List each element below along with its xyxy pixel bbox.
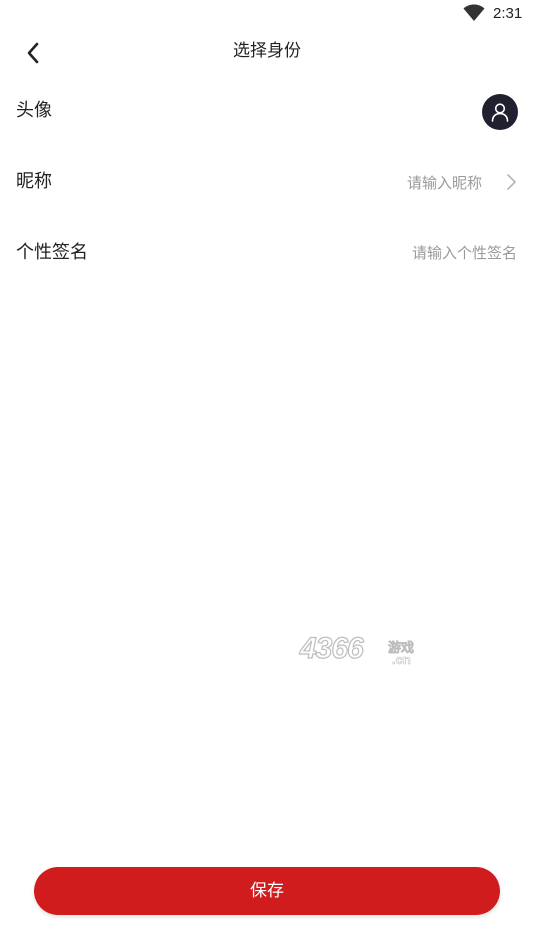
header: 选择身份 xyxy=(0,28,534,76)
watermark: 4366 游戏 .cn xyxy=(299,631,422,672)
avatar[interactable] xyxy=(482,94,518,130)
signature-row[interactable]: 个性签名 请输入个性签名 xyxy=(0,225,534,281)
nickname-label: 昵称 xyxy=(16,171,52,192)
watermark-domain: .cn xyxy=(392,652,411,668)
signature-label: 个性签名 xyxy=(16,242,88,263)
nickname-row[interactable]: 昵称 请输入昵称 xyxy=(0,154,534,210)
watermark-number: 4366 xyxy=(299,631,364,665)
wifi-icon xyxy=(463,4,485,21)
avatar-label: 头像 xyxy=(16,100,52,121)
signature-input[interactable]: 请输入个性签名 xyxy=(412,242,517,264)
save-button[interactable]: 保存 xyxy=(34,867,500,915)
chevron-right-icon xyxy=(507,174,516,190)
nickname-input[interactable]: 请输入昵称 xyxy=(407,172,482,194)
avatar-row[interactable]: 头像 xyxy=(0,82,534,138)
status-time: 2:31 xyxy=(493,5,523,22)
user-icon xyxy=(491,103,509,122)
status-bar: 2:31 xyxy=(0,0,534,28)
page-title: 选择身份 xyxy=(233,41,301,61)
